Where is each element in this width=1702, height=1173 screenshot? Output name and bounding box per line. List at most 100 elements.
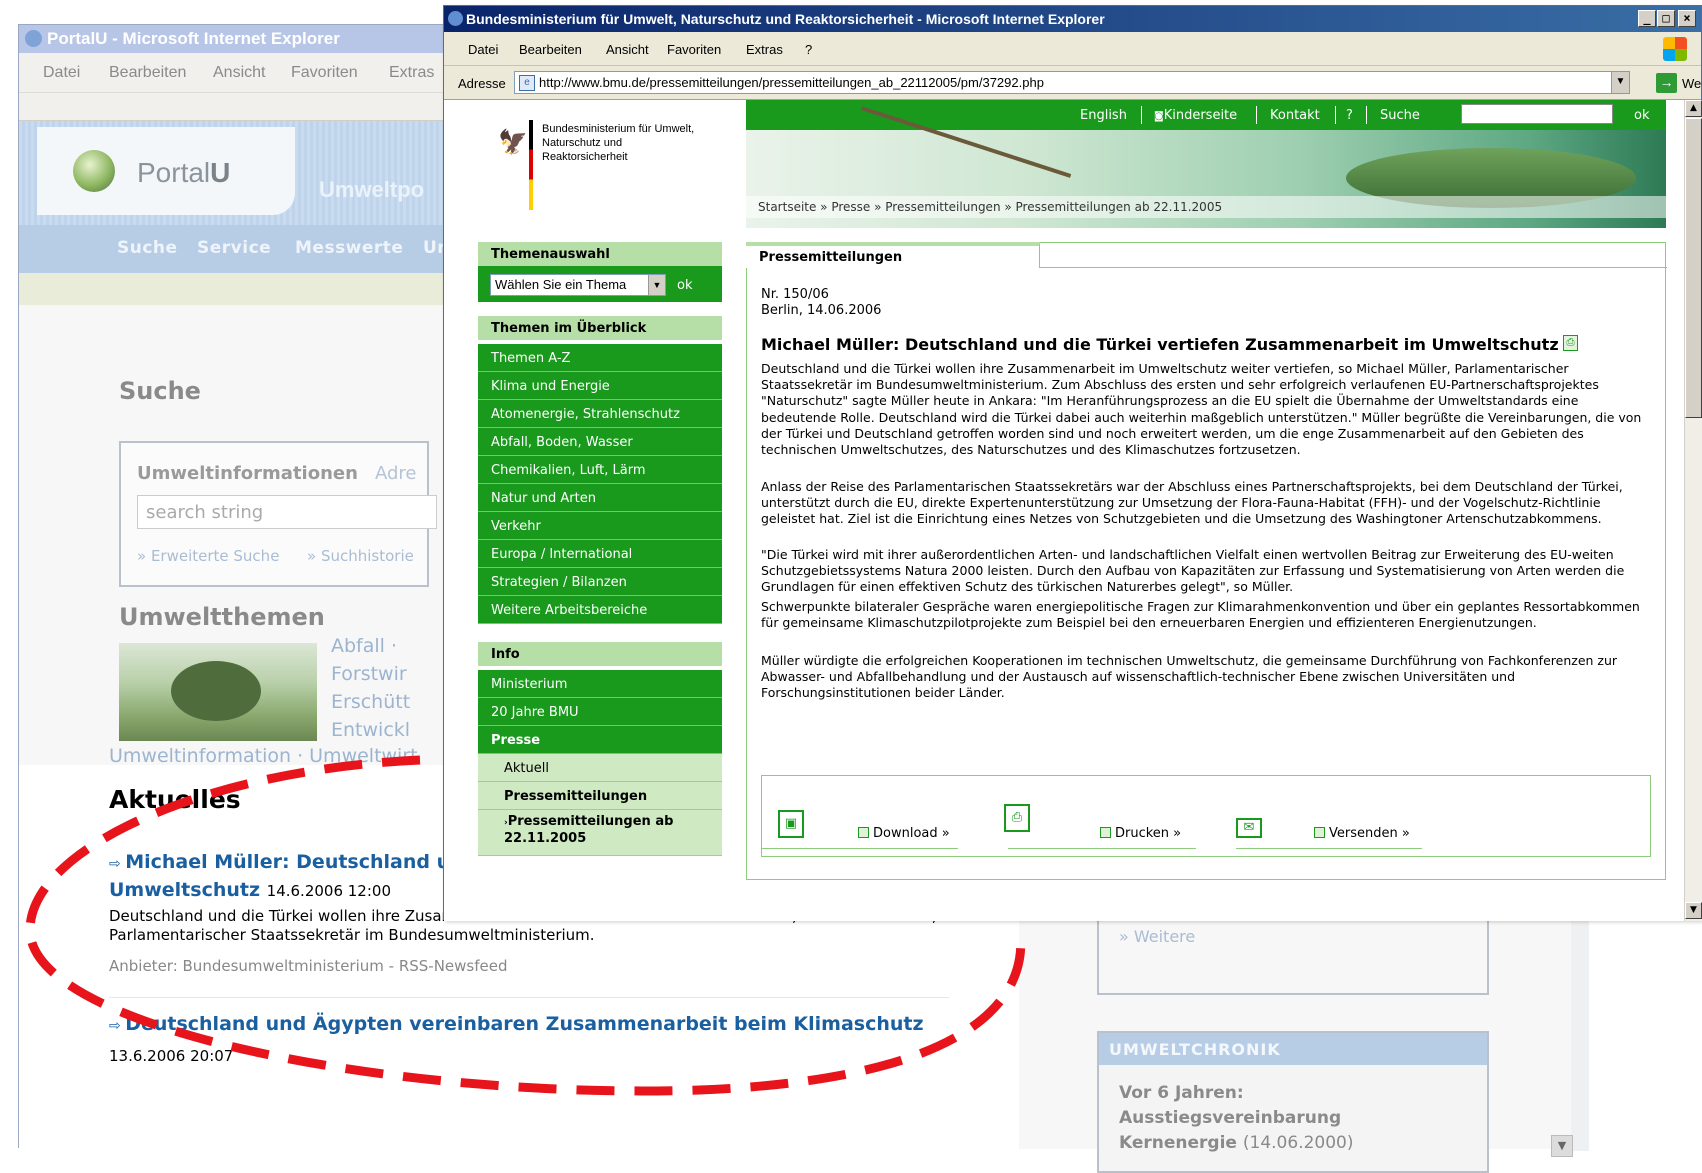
menu-extras[interactable]: Extras xyxy=(746,42,783,57)
link-english[interactable]: English xyxy=(1080,108,1127,123)
menu-bearbeiten[interactable]: Bearbeiten xyxy=(519,42,582,57)
nav-natur[interactable]: Natur und Arten xyxy=(478,484,722,512)
close-icon[interactable]: × xyxy=(1678,10,1696,27)
address-dropdown-icon[interactable]: ▼ xyxy=(1611,72,1629,93)
menu-ansicht[interactable]: Ansicht xyxy=(606,42,649,57)
nav-europa[interactable]: Europa / International xyxy=(478,540,722,568)
download-link[interactable]: Download » xyxy=(858,826,950,841)
go-arrow-icon[interactable]: → xyxy=(1656,73,1677,93)
address-input[interactable]: e http://www.bmu.de/pressemitteilungen/p… xyxy=(514,71,1630,94)
menu-datei[interactable]: Datei xyxy=(43,64,80,82)
ie-icon xyxy=(448,11,463,26)
nav-strategien[interactable]: Strategien / Bilanzen xyxy=(478,568,722,596)
pm-date: Berlin, 14.06.2006 xyxy=(761,303,882,318)
news-item-2-title[interactable]: ⇨ Deutschland und Ägypten vereinbaren Zu… xyxy=(109,1013,924,1035)
site-search-ok-button[interactable]: ok xyxy=(1634,108,1649,123)
menu-favoriten[interactable]: Favoriten xyxy=(667,42,721,57)
pm-paragraph-1: Deutschland und die Türkei wollen ihre Z… xyxy=(761,361,1642,458)
nav-klima[interactable]: Klima und Energie xyxy=(478,372,722,400)
action-rule xyxy=(1236,848,1422,849)
nav-suche[interactable]: Suche xyxy=(117,238,178,258)
search-heading: Suche xyxy=(119,377,201,405)
nav-atomenergie[interactable]: Atomenergie, Strahlenschutz xyxy=(478,400,722,428)
maximize-icon[interactable]: □ xyxy=(1657,10,1675,27)
bmu-logo[interactable]: 🦅 Bundesministerium für Umwelt, Natursch… xyxy=(484,120,694,210)
print-version-icon[interactable]: ⎙ xyxy=(1563,335,1578,351)
scroll-down-icon[interactable]: ▼ xyxy=(1685,902,1702,919)
scrollbar-thumb[interactable] xyxy=(1685,118,1702,418)
news-item-1-title-cont[interactable]: Umweltschutz 14.6.2006 12:00 xyxy=(109,879,391,901)
link-icon xyxy=(1100,827,1111,838)
news-divider xyxy=(109,997,949,998)
floppy-disk-icon[interactable]: ▣ xyxy=(778,810,804,838)
search-tab-adressen[interactable]: Adre xyxy=(375,463,417,484)
advanced-search-link[interactable]: » Erweiterte Suche xyxy=(137,547,279,565)
go-button[interactable]: Wechseln zu xyxy=(1682,76,1702,91)
topic-erschuetterung[interactable]: Erschütt xyxy=(331,691,410,713)
printer-icon[interactable]: ⎙ xyxy=(1004,804,1030,832)
nav-verkehr[interactable]: Verkehr xyxy=(478,512,722,540)
menu-datei[interactable]: Datei xyxy=(468,42,498,57)
search-input[interactable]: search string xyxy=(137,495,437,529)
nav-pm-ab-2005[interactable]: ›Pressemitteilungen ab 22.11.2005 xyxy=(478,810,722,856)
menu-bearbeiten[interactable]: Bearbeiten xyxy=(109,64,186,82)
link-icon xyxy=(1314,827,1325,838)
nav-aktuell[interactable]: Aktuell xyxy=(478,754,722,782)
envelope-icon[interactable]: ✉ xyxy=(1236,818,1262,838)
nav-weitere[interactable]: Weitere Arbeitsbereiche xyxy=(478,596,722,624)
send-link[interactable]: Versenden » xyxy=(1314,826,1410,841)
site-search-input[interactable] xyxy=(1461,104,1613,124)
pm-paragraph-5: Müller würdigte die erfolgreichen Kooper… xyxy=(761,653,1618,701)
topic-forstwirtschaft[interactable]: Forstwir xyxy=(331,663,407,685)
theme-select[interactable]: Wählen Sie ein Thema ▼ xyxy=(490,274,666,296)
pm-meta: Nr. 150/06 Berlin, 14.06.2006 xyxy=(761,287,881,319)
chronik-body[interactable]: Vor 6 Jahren: Ausstiegsvereinbarung Kern… xyxy=(1119,1081,1354,1156)
link-help[interactable]: ? xyxy=(1346,108,1353,123)
nav-20-jahre[interactable]: 20 Jahre BMU xyxy=(478,698,722,726)
menu-help[interactable]: ? xyxy=(805,42,812,57)
bmu-window: Bundesministerium für Umwelt, Naturschut… xyxy=(443,5,1702,921)
chevron-down-icon: ▼ xyxy=(648,275,665,295)
search-history-link[interactable]: » Suchhistorie xyxy=(307,547,414,565)
topics-image xyxy=(119,643,317,741)
nav-ministerium[interactable]: Ministerium xyxy=(478,670,722,698)
page-icon: e xyxy=(519,75,535,91)
topic-abfall[interactable]: Abfall · xyxy=(331,635,397,657)
minimize-icon[interactable]: _ xyxy=(1638,10,1656,27)
scroll-up-icon[interactable]: ▲ xyxy=(1685,100,1702,117)
nav-service[interactable]: Service xyxy=(197,238,271,258)
portalu-logo[interactable]: PortalU xyxy=(37,127,295,215)
bmu-scrollbar[interactable]: ▲ ▼ xyxy=(1684,100,1702,921)
nav-chemikalien[interactable]: Chemikalien, Luft, Lärm xyxy=(478,456,722,484)
pm-title: Michael Müller: Deutschland und die Türk… xyxy=(761,335,1559,354)
chronik-line1: Vor 6 Jahren: xyxy=(1119,1083,1244,1103)
theme-ok-button[interactable]: ok xyxy=(677,278,692,293)
german-flag-stripe xyxy=(529,120,533,210)
link-kontakt[interactable]: Kontakt xyxy=(1270,108,1320,123)
weitere-link[interactable]: » Weitere xyxy=(1119,927,1195,946)
arrow-link-icon: ⇨ xyxy=(109,856,126,872)
nav-messwerte[interactable]: Messwerte xyxy=(295,238,403,258)
print-link[interactable]: Drucken » xyxy=(1100,826,1181,841)
action-rule xyxy=(1008,848,1196,849)
tab-underline xyxy=(1039,267,1667,268)
nav-themen-az[interactable]: Themen A-Z xyxy=(478,344,722,372)
address-label: Adresse xyxy=(458,76,506,91)
action-bar: ▣ Download » ⎙ Drucken » ✉ Versenden » xyxy=(761,775,1651,857)
nav-abfall[interactable]: Abfall, Boden, Wasser xyxy=(478,428,722,456)
menu-ansicht[interactable]: Ansicht xyxy=(213,64,265,82)
action-rule xyxy=(762,848,958,849)
menu-favoriten[interactable]: Favoriten xyxy=(291,64,358,82)
menu-extras[interactable]: Extras xyxy=(389,64,434,82)
topic-row[interactable]: Umweltinformation · Umweltwirt xyxy=(109,745,418,767)
nav-presse[interactable]: Presse xyxy=(478,726,722,754)
breadcrumb[interactable]: Startseite » Presse » Pressemitteilungen… xyxy=(746,196,1666,218)
info-heading: Info xyxy=(478,642,722,666)
topic-entwicklung[interactable]: Entwickl xyxy=(331,719,410,741)
nav-pressemitteilungen[interactable]: Pressemitteilungen xyxy=(478,782,722,810)
scroll-down-icon[interactable]: ▼ xyxy=(1551,1135,1573,1157)
chronik-line2: Ausstiegsvereinbarung xyxy=(1119,1108,1342,1128)
bmu-address-bar: Adresse e http://www.bmu.de/pressemittei… xyxy=(444,66,1702,100)
search-tab-umweltinfo[interactable]: Umweltinformationen xyxy=(137,463,358,484)
link-kinderseite[interactable]: ◙Kinderseite xyxy=(1154,108,1237,123)
